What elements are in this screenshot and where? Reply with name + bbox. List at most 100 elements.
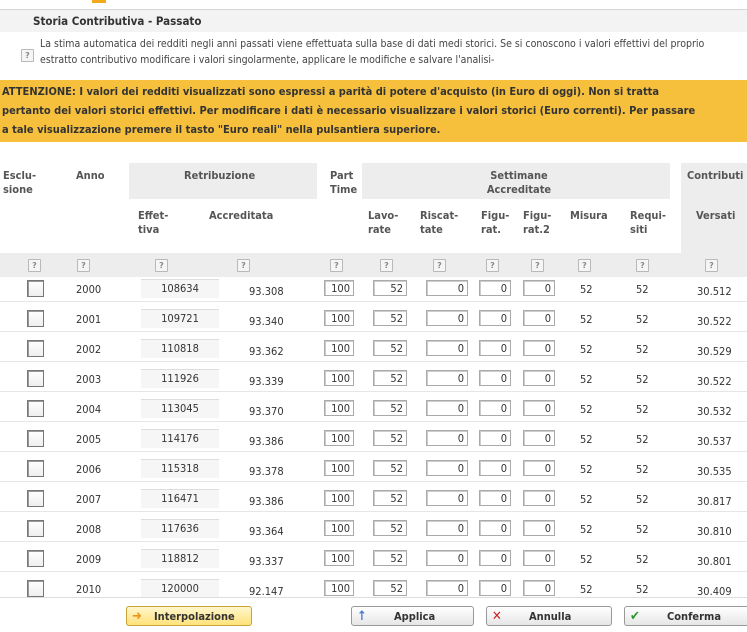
lavorate-input[interactable]: 52 <box>373 370 407 386</box>
annulla-button[interactable]: ✕ Annulla <box>486 606 612 626</box>
exclude-checkbox[interactable] <box>27 400 44 417</box>
exclude-checkbox[interactable] <box>27 580 44 597</box>
exclude-checkbox[interactable] <box>27 310 44 327</box>
figurat2-input[interactable]: 0 <box>523 310 555 326</box>
lavorate-input[interactable]: 52 <box>373 340 407 356</box>
effettiva-cell: 111926 <box>141 369 219 388</box>
riscattate-input[interactable]: 0 <box>426 430 468 446</box>
riscattate-input[interactable]: 0 <box>426 280 468 296</box>
figurat-input[interactable]: 0 <box>479 370 511 386</box>
header-esclusione: Esclu-sione <box>3 169 37 196</box>
interpolazione-button[interactable]: ➜ Interpolazione <box>126 606 252 626</box>
requisiti-cell: 52 <box>636 373 649 386</box>
figurat2-input[interactable]: 0 <box>523 280 555 296</box>
figurat2-input[interactable]: 0 <box>523 580 555 596</box>
figurat2-input[interactable]: 0 <box>523 370 555 386</box>
effettiva-cell: 109721 <box>141 309 219 328</box>
exclude-checkbox[interactable] <box>27 520 44 537</box>
riscattate-input[interactable]: 0 <box>426 580 468 596</box>
lavorate-input[interactable]: 52 <box>373 280 407 296</box>
figurat2-input[interactable]: 0 <box>523 340 555 356</box>
help-icon[interactable]: ? <box>330 259 343 272</box>
exclude-checkbox[interactable] <box>27 370 44 387</box>
figurat-input[interactable]: 0 <box>479 400 511 416</box>
exclude-checkbox[interactable] <box>27 430 44 447</box>
warning-banner: ATTENZIONE: I valori dei redditi visuali… <box>0 80 747 142</box>
lavorate-input[interactable]: 52 <box>373 310 407 326</box>
help-icon[interactable]: ? <box>433 259 446 272</box>
help-icon[interactable]: ? <box>77 259 90 272</box>
figurat-input[interactable]: 0 <box>479 580 511 596</box>
accreditata-cell: 93.308 <box>249 285 284 298</box>
riscattate-input[interactable]: 0 <box>426 550 468 566</box>
help-icon[interactable]: ? <box>636 259 649 272</box>
riscattate-input[interactable]: 0 <box>426 340 468 356</box>
figurat2-input[interactable]: 0 <box>523 460 555 476</box>
help-icon[interactable]: ? <box>578 259 591 272</box>
table-row: 2005 114176 93.386 100 52 0 0 0 52 52 30.537 <box>0 427 747 452</box>
lavorate-input[interactable]: 52 <box>373 460 407 476</box>
help-icon[interactable]: ? <box>705 259 718 272</box>
figurat-input[interactable]: 0 <box>479 310 511 326</box>
riscattate-input[interactable]: 0 <box>426 310 468 326</box>
lavorate-input[interactable]: 52 <box>373 490 407 506</box>
part-time-input[interactable]: 100 <box>324 370 354 386</box>
figurat2-input[interactable]: 0 <box>523 490 555 506</box>
riscattate-input[interactable]: 0 <box>426 400 468 416</box>
requisiti-cell: 52 <box>636 313 649 326</box>
versati-cell: 30.512 <box>697 285 732 298</box>
lavorate-input[interactable]: 52 <box>373 550 407 566</box>
part-time-input[interactable]: 100 <box>324 460 354 476</box>
accreditata-cell: 93.378 <box>249 465 284 478</box>
riscattate-input[interactable]: 0 <box>426 490 468 506</box>
lavorate-input[interactable]: 52 <box>373 430 407 446</box>
lavorate-input[interactable]: 52 <box>373 520 407 536</box>
help-icon[interactable]: ? <box>486 259 499 272</box>
effettiva-cell: 114176 <box>141 429 219 448</box>
figurat-input[interactable]: 0 <box>479 430 511 446</box>
help-icon[interactable]: ? <box>21 49 34 62</box>
part-time-input[interactable]: 100 <box>324 580 354 596</box>
header-figurat2: Figu-rat.2 <box>523 209 552 236</box>
part-time-input[interactable]: 100 <box>324 430 354 446</box>
versati-cell: 30.535 <box>697 465 732 478</box>
figurat2-input[interactable]: 0 <box>523 430 555 446</box>
accent-tab <box>92 0 106 3</box>
misura-cell: 52 <box>580 463 593 476</box>
applica-button[interactable]: ↑ Applica <box>351 606 474 626</box>
exclude-checkbox[interactable] <box>27 340 44 357</box>
figurat-input[interactable]: 0 <box>479 490 511 506</box>
part-time-input[interactable]: 100 <box>324 520 354 536</box>
figurat2-input[interactable]: 0 <box>523 520 555 536</box>
versati-cell: 30.537 <box>697 435 732 448</box>
part-time-input[interactable]: 100 <box>324 550 354 566</box>
exclude-checkbox[interactable] <box>27 550 44 567</box>
figurat2-input[interactable]: 0 <box>523 550 555 566</box>
figurat-input[interactable]: 0 <box>479 520 511 536</box>
help-icon[interactable]: ? <box>155 259 168 272</box>
part-time-input[interactable]: 100 <box>324 400 354 416</box>
riscattate-input[interactable]: 0 <box>426 520 468 536</box>
figurat-input[interactable]: 0 <box>479 280 511 296</box>
part-time-input[interactable]: 100 <box>324 280 354 296</box>
riscattate-input[interactable]: 0 <box>426 370 468 386</box>
help-icon[interactable]: ? <box>237 259 250 272</box>
anno-cell: 2007 <box>76 493 102 506</box>
figurat-input[interactable]: 0 <box>479 340 511 356</box>
lavorate-input[interactable]: 52 <box>373 400 407 416</box>
figurat-input[interactable]: 0 <box>479 550 511 566</box>
help-icon[interactable]: ? <box>380 259 393 272</box>
exclude-checkbox[interactable] <box>27 280 44 297</box>
riscattate-input[interactable]: 0 <box>426 460 468 476</box>
part-time-input[interactable]: 100 <box>324 310 354 326</box>
help-icon[interactable]: ? <box>531 259 544 272</box>
conferma-button[interactable]: ✔ Conferma <box>624 606 747 626</box>
help-icon[interactable]: ? <box>28 259 41 272</box>
part-time-input[interactable]: 100 <box>324 340 354 356</box>
figurat2-input[interactable]: 0 <box>523 400 555 416</box>
part-time-input[interactable]: 100 <box>324 490 354 506</box>
lavorate-input[interactable]: 52 <box>373 580 407 596</box>
figurat-input[interactable]: 0 <box>479 460 511 476</box>
exclude-checkbox[interactable] <box>27 460 44 477</box>
exclude-checkbox[interactable] <box>27 490 44 507</box>
